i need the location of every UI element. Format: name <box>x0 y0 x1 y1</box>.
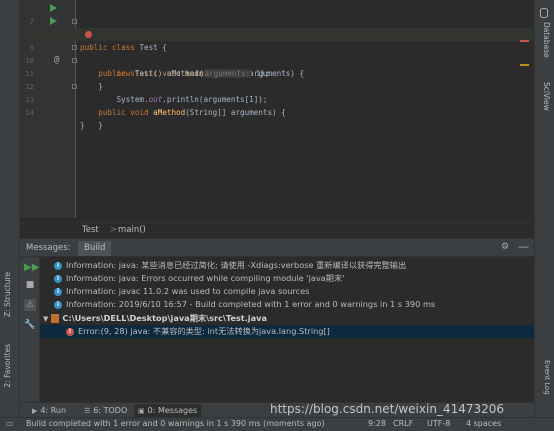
error-bulb-icon[interactable] <box>85 31 92 38</box>
message-text: Information: javac 11.0.2 was used to co… <box>66 286 310 296</box>
rerun-icon[interactable]: ▶▶ <box>24 262 39 274</box>
caret-position[interactable]: 9:28 <box>368 419 386 428</box>
tab-messages[interactable]: ▣ 0: Messages <box>134 404 202 417</box>
database-tool-tab[interactable]: Database <box>537 22 551 58</box>
gear-icon[interactable]: ⚙ <box>501 242 509 252</box>
breadcrumb: Test > main() <box>20 222 534 238</box>
tab-label: 0: Messages <box>147 406 198 415</box>
message-text: Information: java: 某些消息已经过简化; 请使用 -Xdiag… <box>66 260 407 270</box>
event-log-tool-tab[interactable]: Event Log <box>537 360 551 395</box>
code-line[interactable]: 11 @ public void aMethod(String[] argume… <box>20 54 534 117</box>
messages-icon: ▣ <box>138 407 145 415</box>
code-text: } <box>80 121 85 130</box>
line-number: 14 <box>25 108 34 117</box>
message-text: Information: java: Errors occurred while… <box>66 273 345 283</box>
info-icon: i <box>54 287 62 296</box>
java-file-icon <box>51 314 60 323</box>
warning-stripe-mark[interactable] <box>520 64 529 66</box>
list-item[interactable]: i Information: 2019/6/10 16:57 - Build co… <box>40 298 534 311</box>
list-item[interactable]: i Information: java: Errors occurred whil… <box>40 272 534 285</box>
tab-label: 6: TODO <box>93 406 128 415</box>
code-line[interactable]: 12 System.out.println(arguments[1]); <box>20 67 534 104</box>
code-line[interactable]: 8 public static void main(String[] argum… <box>20 15 534 78</box>
message-text: Error:(9, 28) java: 不兼容的类型: int无法转换为java… <box>78 326 330 336</box>
stop-icon[interactable]: ■ <box>24 279 36 291</box>
fold-icon[interactable] <box>72 84 77 89</box>
status-message[interactable]: Build completed with 1 error and 0 warni… <box>26 419 325 428</box>
fold-icon[interactable] <box>72 58 77 63</box>
minimize-icon[interactable]: — <box>518 240 529 253</box>
list-item[interactable]: i Information: javac 11.0.2 was used to c… <box>40 285 534 298</box>
fold-icon[interactable] <box>72 19 77 24</box>
structure-tool-tab[interactable]: Z: Structure <box>3 272 17 317</box>
line-separator[interactable]: CRLF <box>393 419 413 428</box>
code-line[interactable]: 7 public class Test { <box>20 2 534 52</box>
todo-icon: ☰ <box>84 407 91 415</box>
fold-icon[interactable] <box>72 45 77 50</box>
code-text: public void aMethod(String[] arguments) … <box>98 108 286 117</box>
messages-tree: i Information: java: 某些消息已经过简化; 请使用 -Xdia… <box>40 257 534 402</box>
tab-build[interactable]: Build <box>78 241 112 256</box>
code-line[interactable]: 14 } <box>20 93 534 130</box>
run-gutter-icon[interactable] <box>50 4 57 12</box>
list-item[interactable]: i Information: java: 某些消息已经过简化; 请使用 -Xdia… <box>40 259 534 272</box>
code-line[interactable]: 10 } <box>20 41 534 91</box>
error-stripe-mark[interactable] <box>520 40 529 42</box>
status-icon: ▭ <box>6 419 14 428</box>
messages-panel: Messages: Build ⚙ — ▶▶ ■ ⚠ 🔧 i Informatio… <box>20 238 534 402</box>
list-item[interactable]: ! Error:(9, 28) java: 不兼容的类型: int无法转换为jav… <box>40 325 534 338</box>
code-line[interactable]: 9 new Test().aMethod(arguments: 1); <box>20 28 534 78</box>
indent-setting[interactable]: 4 spaces <box>466 419 501 428</box>
messages-toolbar: ▶▶ ■ ⚠ 🔧 <box>20 257 40 402</box>
info-icon: i <box>54 300 62 309</box>
run-icon: ▶ <box>32 407 38 415</box>
messages-panel-header: Messages: Build ⚙ — <box>20 239 534 257</box>
list-item[interactable]: ▼ C:\Users\DELL\Desktop\java期末\src\Test.j… <box>40 312 534 325</box>
warning-filter-icon[interactable]: ⚠ <box>24 299 36 311</box>
info-icon: i <box>54 274 62 283</box>
favorites-tool-tab[interactable]: 2: Favorites <box>3 344 17 388</box>
code-line[interactable]: 13 } <box>20 80 534 130</box>
breadcrumb-separator: > <box>110 225 118 235</box>
tab-todo[interactable]: ☰ 6: TODO <box>80 404 131 417</box>
message-text: Information: 2019/6/10 16:57 - Build com… <box>66 299 436 309</box>
info-icon: i <box>54 261 62 270</box>
sciview-tool-tab[interactable]: SciView <box>537 82 551 111</box>
wrench-icon[interactable]: 🔧 <box>24 319 36 331</box>
run-gutter-icon[interactable] <box>50 17 57 25</box>
watermark: https://blog.csdn.net/weixin_41473206 <box>270 402 505 416</box>
right-tool-strip: Database SciView Event Log <box>534 0 554 417</box>
annotation-icon: @ <box>54 55 60 65</box>
messages-title: Messages: <box>26 243 71 253</box>
error-icon: ! <box>66 327 74 336</box>
file-path: C:\Users\DELL\Desktop\java期末\src\Test.ja… <box>62 313 267 323</box>
status-bar: ▭ Build completed with 1 error and 0 war… <box>0 417 554 431</box>
breadcrumb-method[interactable]: main() <box>118 225 146 235</box>
file-encoding[interactable]: UTF-8 <box>427 419 450 428</box>
tab-label: 4: Run <box>40 406 67 415</box>
database-icon <box>540 8 548 18</box>
tab-run[interactable]: ▶ 4: Run <box>28 404 70 417</box>
code-editor[interactable]: 7 public class Test { 8 public static vo… <box>20 0 534 218</box>
breadcrumb-class[interactable]: Test <box>82 225 99 235</box>
left-tool-strip: Z: Structure 2: Favorites <box>0 0 20 417</box>
